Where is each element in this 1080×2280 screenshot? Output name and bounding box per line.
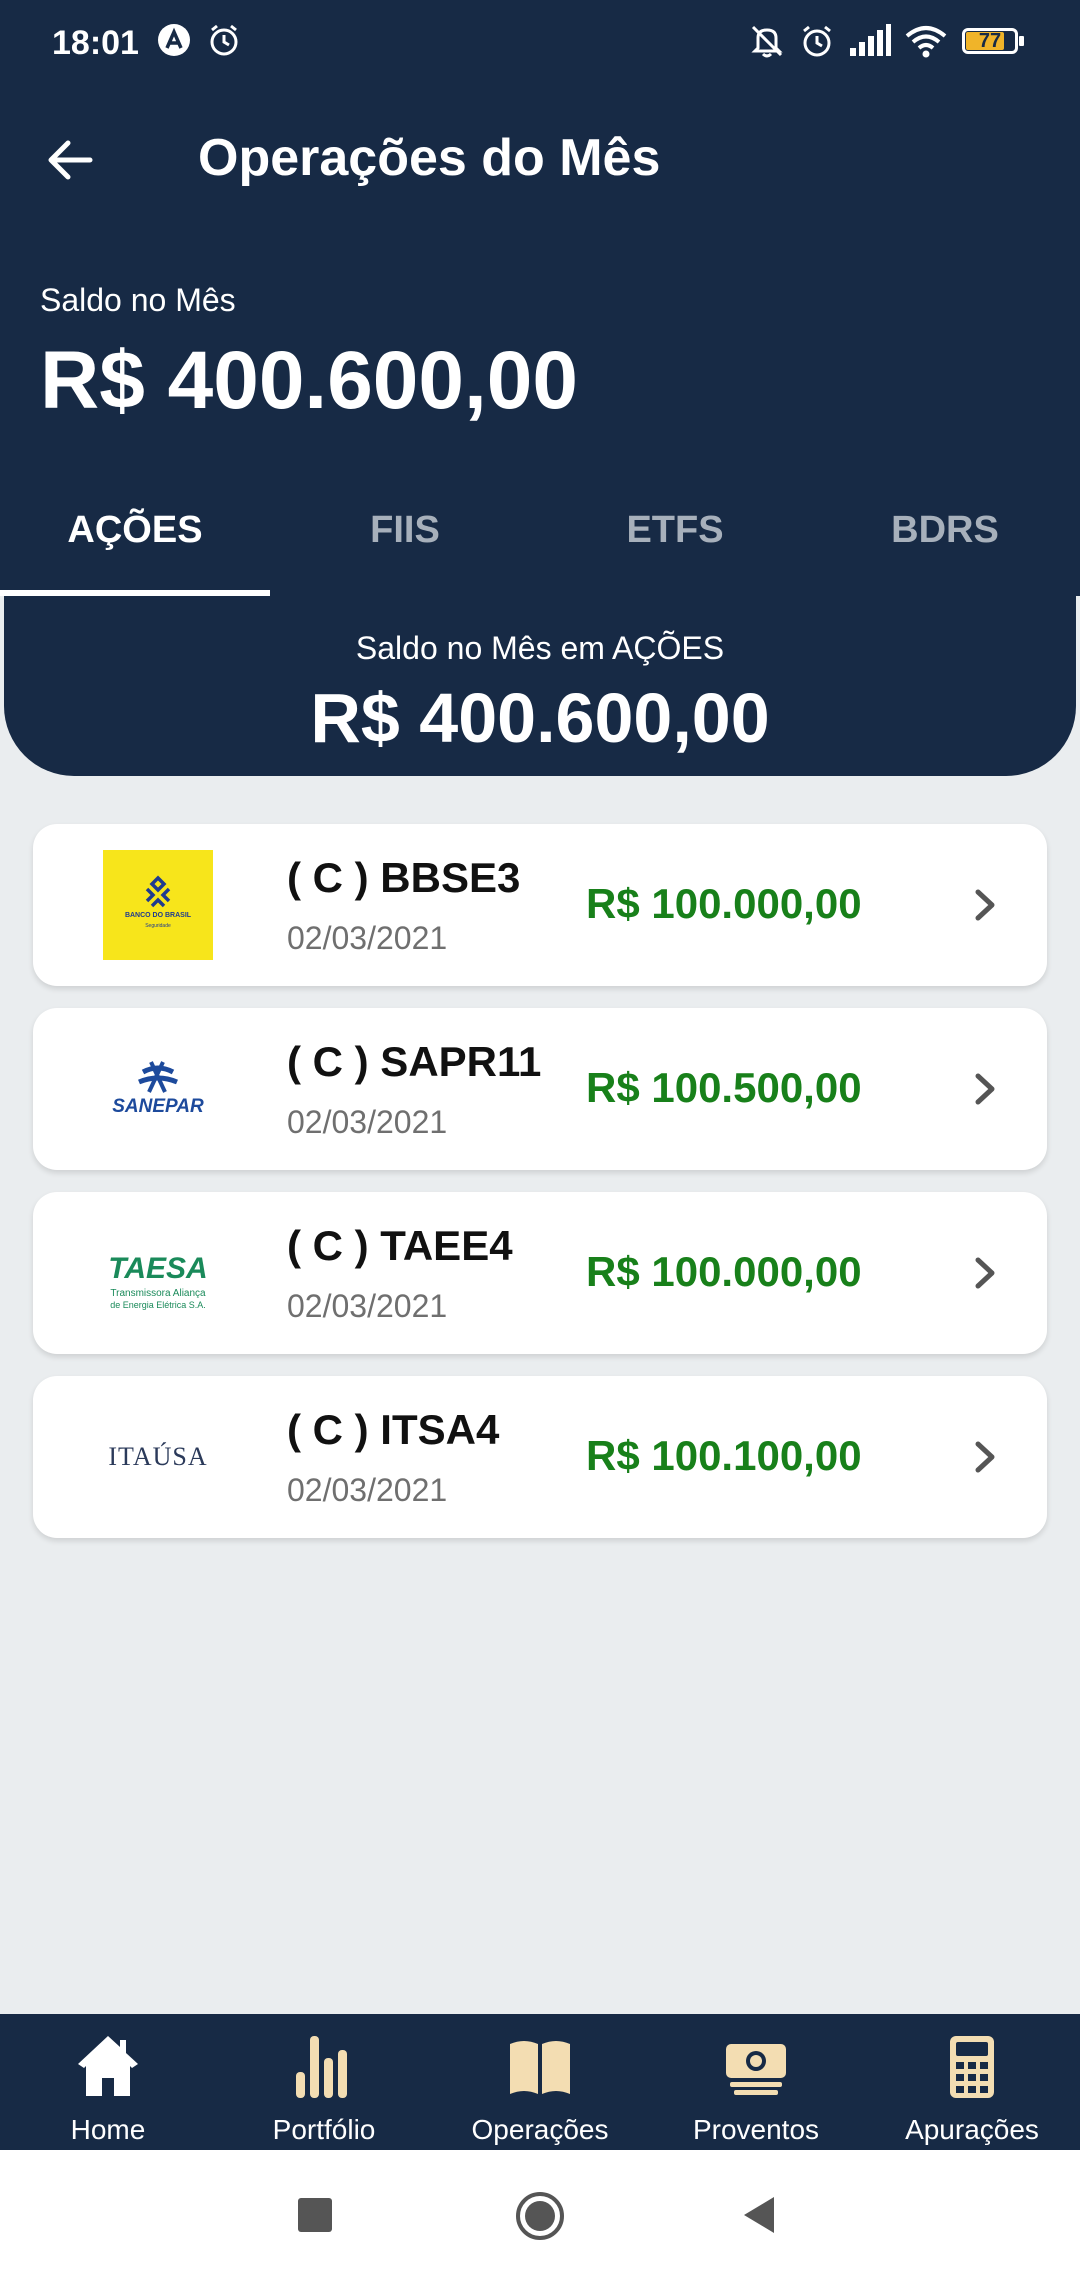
operation-value: R$ 100.000,00 <box>586 1248 862 1295</box>
operation-card-itsa4[interactable]: ITAÚSA ( C ) ITSA4 02/03/2021 R$ 100.100… <box>33 1376 1047 1538</box>
nav-label-apuracoes: Apurações <box>905 2114 1039 2145</box>
operation-value: R$ 100.500,00 <box>586 1064 862 1111</box>
operation-date: 02/03/2021 <box>287 1472 448 1508</box>
system-navigation-bar <box>0 2150 1080 2280</box>
banco-do-brasil-symbol-icon <box>145 875 171 908</box>
chevron-right-icon <box>975 1441 995 1473</box>
logo-text-energia: de Energia Elétrica S.A. <box>110 1300 206 1310</box>
logo-text-itausa: ITAÚSA <box>108 1442 208 1471</box>
back-arrow-icon[interactable] <box>40 128 104 192</box>
signal-icon <box>850 24 891 56</box>
sanepar-symbol-icon <box>138 1061 178 1093</box>
summary-value: R$ 400.600,00 <box>310 679 770 757</box>
operation-card-bbse3[interactable]: BANCO DO BRASIL Seguridade ( C ) BBSE3 0… <box>33 824 1047 986</box>
operation-title: ( C ) ITSA4 <box>287 1406 500 1453</box>
logo-text-transmissora: Transmissora Aliança <box>110 1288 206 1299</box>
tab-bar: AÇÕES FIIS ETFS BDRS <box>0 480 1080 596</box>
nav-label-portfolio: Portfólio <box>272 2114 376 2145</box>
page-title: Operações do Mês <box>198 129 661 187</box>
chevron-right-icon <box>975 1257 995 1289</box>
sanepar-logo: SANEPAR <box>103 1034 213 1144</box>
money-icon <box>726 2044 786 2095</box>
alarm-icon-right <box>803 25 831 57</box>
nav-label-operacoes: Operações <box>471 2114 609 2145</box>
home-button-icon[interactable] <box>514 2190 566 2242</box>
nav-portfolio[interactable]: Portfólio <box>216 2014 432 2150</box>
banco-do-brasil-logo: BANCO DO BRASIL Seguridade <box>103 850 213 960</box>
logo-text-taesa: TAESA <box>108 1252 208 1285</box>
battery-level: 77 <box>978 30 1002 52</box>
operation-value: R$ 100.000,00 <box>586 880 862 927</box>
alarm-icon <box>210 24 238 56</box>
nav-label-proventos: Proventos <box>692 2114 820 2145</box>
tab-acoes[interactable]: AÇÕES <box>0 480 270 596</box>
bottom-navigation: Home Portfólio Operações Proventos Apura… <box>0 2014 1080 2150</box>
battery-icon: 77 <box>962 28 1026 58</box>
logo-text-seguridade: Seguridade <box>145 923 171 929</box>
mute-icon <box>751 25 783 58</box>
recent-apps-icon[interactable] <box>296 2196 334 2234</box>
nav-home[interactable]: Home <box>0 2014 216 2150</box>
app-notification-icon <box>158 24 190 56</box>
itausa-logo: ITAÚSA <box>103 1402 213 1512</box>
operation-date: 02/03/2021 <box>287 920 448 956</box>
wifi-icon <box>905 26 947 58</box>
logo-text-banco: BANCO DO BRASIL <box>124 912 192 919</box>
balance-value: R$ 400.600,00 <box>40 335 579 426</box>
nav-proventos[interactable]: Proventos <box>648 2014 864 2150</box>
tab-fiis[interactable]: FIIS <box>270 480 540 596</box>
calculator-icon <box>950 2036 994 2098</box>
nav-label-home: Home <box>70 2114 146 2145</box>
back-button-icon[interactable] <box>740 2194 780 2236</box>
nav-operacoes[interactable]: Operações <box>432 2014 648 2150</box>
bar-chart-icon <box>296 2036 347 2098</box>
chevron-right-icon <box>975 889 995 921</box>
operation-card-taee4[interactable]: TAESA Transmissora Aliança de Energia El… <box>33 1192 1047 1354</box>
chevron-right-icon <box>975 1073 995 1105</box>
status-bar: 18:01 77 <box>0 0 1080 92</box>
book-icon <box>510 2041 570 2094</box>
status-time: 18:01 <box>52 24 139 62</box>
balance-label: Saldo no Mês <box>40 282 236 318</box>
home-icon <box>78 2036 138 2096</box>
operation-title: ( C ) TAEE4 <box>287 1222 513 1269</box>
operation-date: 02/03/2021 <box>287 1288 448 1324</box>
operation-title: ( C ) SAPR11 <box>287 1038 542 1085</box>
operation-value: R$ 100.100,00 <box>586 1432 862 1479</box>
operation-date: 02/03/2021 <box>287 1104 448 1140</box>
tab-etfs[interactable]: ETFS <box>540 480 810 596</box>
taesa-logo: TAESA Transmissora Aliança de Energia El… <box>103 1218 213 1328</box>
operation-title: ( C ) BBSE3 <box>287 854 521 901</box>
nav-apuracoes[interactable]: Apurações <box>864 2014 1080 2150</box>
logo-text-sanepar: SANEPAR <box>112 1096 204 1117</box>
tab-bdrs[interactable]: BDRS <box>810 480 1080 596</box>
operation-card-sapr11[interactable]: SANEPAR ( C ) SAPR11 02/03/2021 R$ 100.5… <box>33 1008 1047 1170</box>
summary-label: Saldo no Mês em AÇÕES <box>355 630 725 666</box>
